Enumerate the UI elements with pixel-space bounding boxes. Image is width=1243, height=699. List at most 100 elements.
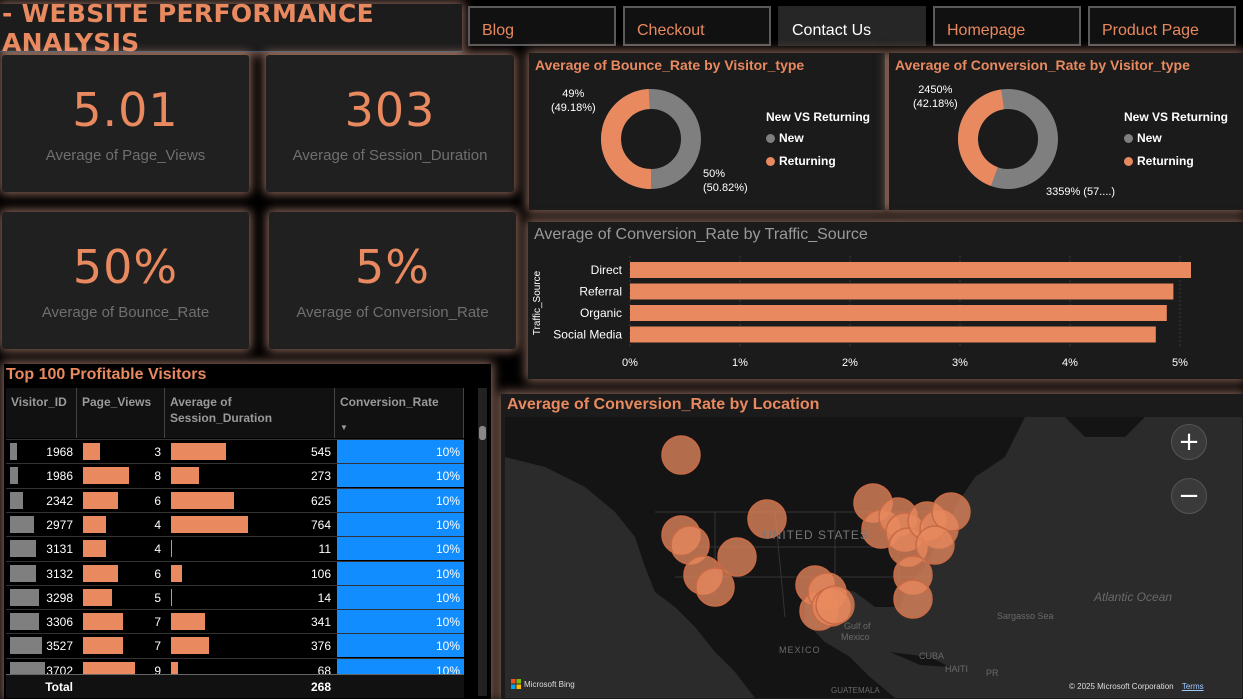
table-row[interactable]: 3131 4 11 10% [6,536,464,561]
col-header-visitor-id[interactable]: Visitor_ID [6,388,77,438]
bounce-donut-chart[interactable] [591,79,711,199]
map-label-guatemala: GUATEMALA [831,686,880,695]
map-location-bubble[interactable] [931,492,971,532]
nav-blog-button[interactable]: Blog [468,6,616,46]
visitor-id-bar [10,588,39,606]
page-views-bar [83,564,118,582]
conversion-legend-returning[interactable]: Returning [1124,154,1194,168]
terms-link[interactable]: Terms [1182,682,1204,691]
session-duration-cell: 376 [167,634,335,657]
traffic-bar[interactable] [630,283,1174,300]
visitor-id-bar [10,613,39,631]
visitor-id-bar [10,515,34,533]
kpi-bounce-rate-card: 50% Average of Bounce_Rate [2,212,249,349]
visitor-id-cell: 1986 [6,464,77,487]
scrollbar-thumb[interactable] [479,426,486,440]
nav-product-page-button[interactable]: Product Page [1088,6,1236,46]
session-duration-cell: 764 [167,513,335,536]
col-header-session-duration[interactable]: Average of Session_Duration [165,388,335,438]
bounce-donut-title: Average of Bounce_Rate by Visitor_type [535,57,805,73]
page-views-bar [83,613,123,631]
page-views-bar [83,443,100,460]
traffic-bar[interactable] [630,262,1191,278]
map-location-bubble[interactable] [717,537,757,577]
nav-checkout-button[interactable]: Checkout [623,6,771,46]
table-scrollbar[interactable] [478,388,487,696]
table-row[interactable]: 3527 7 376 10% [6,633,464,658]
session-duration-bar [171,637,209,655]
page-views-cell: 4 [79,537,165,560]
bounce-returning-label: 49% (49.18%) [551,88,596,114]
page-views-bar [83,467,129,485]
conversion-rate-cell: 10% [337,464,464,488]
nav-homepage-button[interactable]: Homepage [933,6,1081,46]
bounce-legend-new[interactable]: New [766,131,804,145]
traffic-category-label: Organic [580,306,622,320]
map-label-gulf2: Mexico [841,632,870,642]
session-duration-cell: 545 [167,440,335,463]
bounce-rate-donut-panel: Average of Bounce_Rate by Visitor_type 4… [529,53,885,210]
page-views-bar [83,515,106,533]
map-location-bubble[interactable] [661,435,701,475]
kpi-conversion-rate-value: 5% [355,240,430,294]
map-label-pr: PR [986,668,999,678]
conversion-rate-cell: 10% [337,440,464,463]
session-duration-cell: 11 [167,537,335,560]
table-row[interactable]: 2342 6 625 10% [6,487,464,512]
visitor-id-cell: 2977 [6,513,77,536]
sort-down-icon[interactable]: ▼ [340,420,458,436]
total-session-duration: 268 [310,680,331,694]
table-row[interactable]: 2977 4 764 10% [6,511,464,536]
kpi-conversion-rate-card: 5% Average of Conversion_Rate [269,212,516,349]
zoom-in-button[interactable]: + [1171,424,1207,460]
zoom-out-button[interactable]: − [1171,478,1207,514]
map-label-cuba: CUBA [919,651,945,661]
traffic-x-tick-label: 4% [1062,357,1078,369]
visitor-id-cell: 3527 [6,634,77,657]
map-title: Average of Conversion_Rate by Location [507,396,820,413]
nav-contact-us-button[interactable]: Contact Us [778,6,926,46]
conversion-returning-label: 2450% (42.18%) [913,84,958,110]
kpi-session-duration-card: 303 Average of Session_Duration [266,55,514,192]
visitor-id-cell: 3298 [6,586,77,609]
map-location-bubble[interactable] [815,585,855,625]
map-label-sargasso: Sargasso Sea [997,611,1054,621]
bing-logo: Microsoft Bing [511,679,575,689]
session-duration-cell: 625 [167,489,335,512]
total-label: Total [45,680,73,694]
page-views-cell: 6 [79,489,165,512]
table-row[interactable]: 1968 3 545 10% [6,439,464,463]
map-location-bubble[interactable] [893,579,933,619]
visitor-id-bar [10,540,36,558]
page-views-bar [83,491,118,509]
map-label-mexico: MEXICO [779,645,821,655]
col-header-conversion-rate[interactable]: Conversion_Rate ▼ [335,388,464,438]
traffic-bar[interactable] [630,326,1156,343]
location-map-panel: Average of Conversion_Rate by Location U… [501,394,1243,699]
table-row[interactable]: 3298 5 14 10% [6,584,464,609]
kpi-page-views-value: 5.01 [72,83,179,137]
page-views-cell: 4 [79,513,165,536]
map-canvas[interactable] [505,417,1242,698]
traffic-x-tick-label: 5% [1172,357,1188,369]
table-row[interactable]: 1986 8 273 10% [6,463,464,488]
session-duration-cell: 106 [167,562,335,585]
session-duration-cell: 273 [167,464,335,487]
bounce-new-label: 50% (50.82%) [703,168,748,194]
conversion-legend-title: New VS Returning [1124,110,1229,124]
table-row[interactable]: 3306 7 341 10% [6,609,464,634]
grey-dot-icon [1124,133,1133,143]
session-duration-bar [171,540,172,558]
orange-dot-icon [766,156,775,166]
traffic-bar[interactable] [630,305,1167,321]
kpi-page-views-label: Average of Page_Views [45,147,206,164]
col-header-page-views[interactable]: Page_Views [77,388,165,438]
bounce-legend-returning[interactable]: Returning [766,154,836,168]
table-row[interactable]: 3132 6 106 10% [6,560,464,585]
conversion-rate-donut-panel: Average of Conversion_Rate by Visitor_ty… [889,53,1243,210]
visitor-id-bar [10,637,42,655]
conversion-legend-new[interactable]: New [1124,131,1162,145]
conversion-rate-cell: 10% [337,634,464,658]
session-duration-cell: 14 [167,586,335,609]
conversion-donut-chart[interactable] [948,79,1068,199]
